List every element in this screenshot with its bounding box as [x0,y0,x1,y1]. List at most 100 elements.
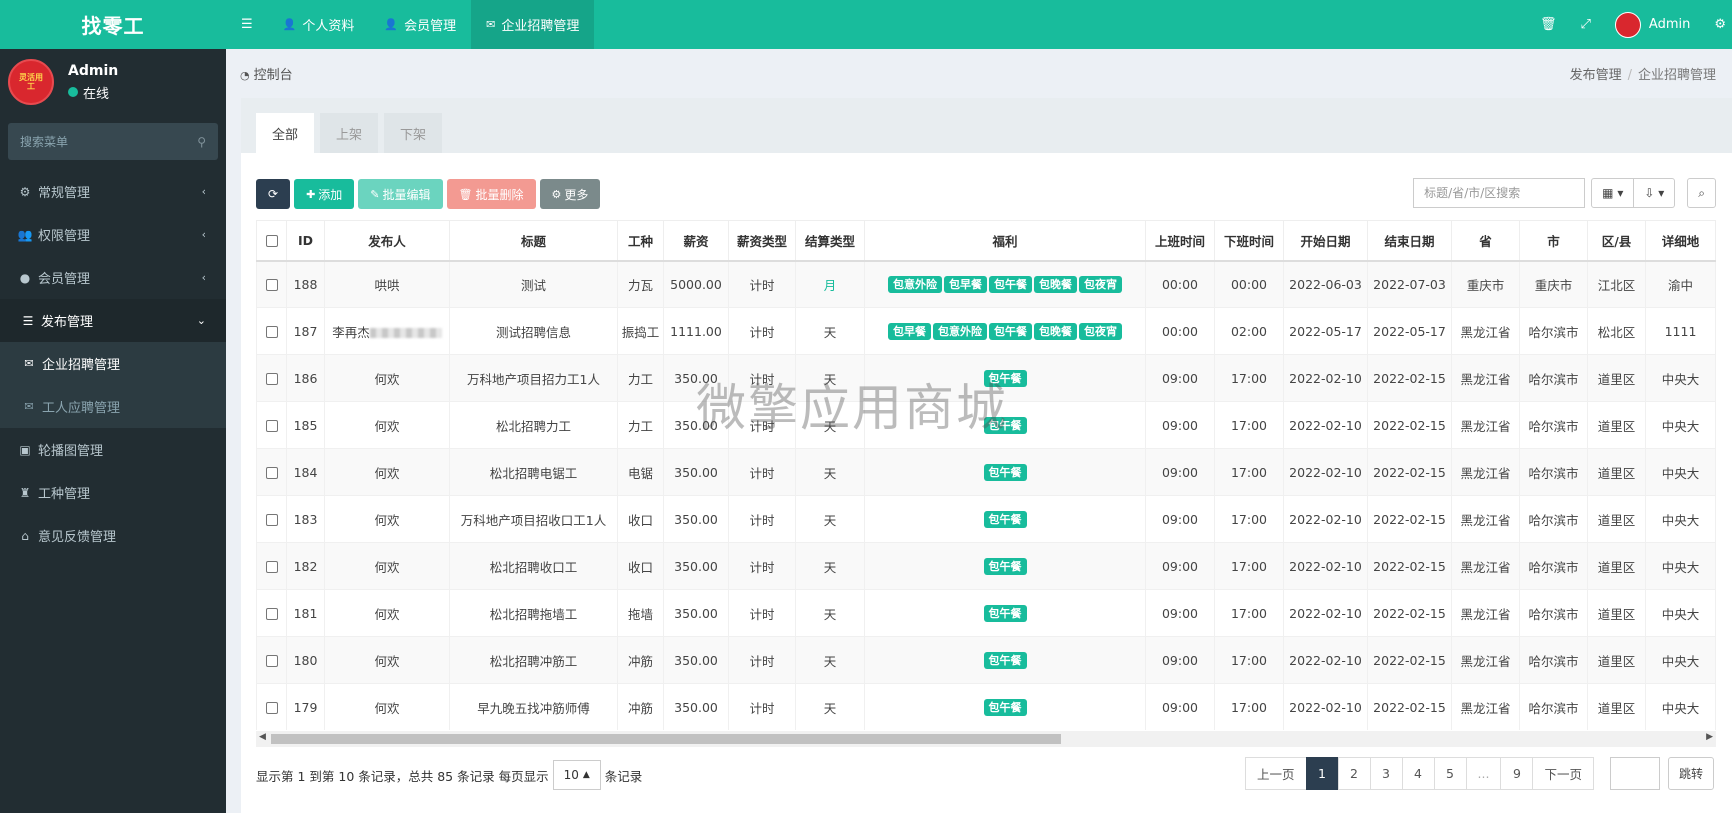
table-row[interactable]: 182 何欢 松北招聘收口工 收口 350.00 计时天包午餐 09:00 17:00 2022… [256,542,1716,590]
table-row[interactable]: 183 何欢 万科地产项目招收口工1人 收口 350.00 计时天 包午餐 09:00 17:0… [256,495,1716,543]
jump-page-input[interactable] [1610,757,1660,790]
table-row[interactable]: 184 何欢 松北招聘电锯工 电锯 350.00 计时天包午餐 09:00 17:00 2022… [256,448,1716,496]
column-header[interactable]: 市 [1519,220,1588,262]
table-row[interactable]: 185 何欢 松北招聘力工 力工 350.00 计时天包午餐 09:00 17:00 2022-… [256,401,1716,449]
cell-job: 振捣工 [617,307,664,355]
column-header[interactable]: ID [286,220,325,262]
search-toggle-button[interactable]: ⌕ [1687,178,1716,208]
menu-job-type[interactable]: ♜ 工种管理 [0,471,226,514]
table-search-input[interactable] [1413,178,1586,208]
table-row[interactable]: 179 何欢 早九晚五找冲筋师傅 冲筋 350.00 计时天包午餐 09:00 17:00 20… [256,683,1716,730]
row-checkbox[interactable] [265,467,278,479]
column-header[interactable]: 区/县 [1587,220,1646,262]
table-row[interactable]: 187 李再杰 测试招聘信息 振捣工 1111.00 计时天包早餐 包意外险 包午餐 包晚餐 包夜… [256,307,1716,355]
column-header[interactable]: 上班时间 [1145,220,1215,262]
page-button[interactable]: 1 [1305,757,1339,790]
column-header[interactable]: 福利 [864,220,1146,262]
batch-delete-button[interactable]: 🗑 批量删除 [446,179,536,209]
horizontal-scrollbar[interactable]: ◀ ▶ [256,731,1716,747]
cell-job: 冲筋 [617,636,664,684]
column-header[interactable]: 省 [1451,220,1520,262]
scrollbar-thumb[interactable] [271,734,1061,744]
cell-job: 力工 [617,401,664,449]
batch-edit-button[interactable]: ✎ 批量编辑 [358,179,443,209]
columns-toggle-button[interactable]: ▦ ▾ [1591,178,1635,208]
scroll-left-icon[interactable]: ◀ [259,732,266,742]
column-header[interactable]: 结束日期 [1367,220,1452,262]
page-button[interactable]: 2 [1337,757,1371,790]
column-header[interactable]: 发布人 [324,220,450,262]
breadcrumb-item[interactable]: 发布管理 [1570,68,1622,83]
menu-carousel[interactable]: ▣ 轮播图管理 [0,428,226,471]
nav-profile[interactable]: 👤 个人资料 [268,0,370,49]
cell-salary-type: 计时 [728,495,796,543]
row-checkbox[interactable] [265,561,278,573]
menu-members[interactable]: ● 会员管理 ‹ [0,256,226,299]
cell-publisher: 何欢 [324,401,450,449]
row-checkbox[interactable] [265,326,278,338]
scroll-right-icon[interactable]: ▶ [1706,732,1713,742]
page-button[interactable]: 5 [1433,757,1467,790]
row-checkbox[interactable] [265,702,278,714]
page-button[interactable]: 4 [1401,757,1435,790]
benefit-tag: 包早餐 [888,322,931,340]
benefit-tag: 包午餐 [983,604,1027,622]
jump-button[interactable]: 跳转 [1668,757,1715,790]
tab-off-shelf[interactable]: 下架 [384,113,443,153]
menu-regular[interactable]: ⚙ 常规管理 ‹ [0,170,226,213]
menu-search-input[interactable] [20,134,198,149]
column-header[interactable]: 标题 [449,220,618,262]
user-menu[interactable]: Admin [1603,0,1702,49]
menu-worker-apply[interactable]: ✉ 工人应聘管理 [0,385,226,428]
search-icon[interactable]: ⚲ [197,135,206,149]
menu-company-recruit[interactable]: ✉ 企业招聘管理 [0,342,226,385]
settings-button[interactable]: ⚙ [1702,0,1732,49]
refresh-icon: ⟳ [268,187,279,201]
more-button[interactable]: ⚙ 更多 [539,179,601,209]
column-header[interactable]: 薪资类型 [728,220,796,262]
sidebar-toggle[interactable]: ☰ [226,0,268,49]
row-select-cell [256,542,287,590]
table-row[interactable]: 186 何欢 万科地产项目招力工1人 力工 350.00 计时天 包午餐 09:00 17:00… [256,354,1716,402]
menu-permissions[interactable]: 👥 权限管理 ‹ [0,213,226,256]
tab-all[interactable]: 全部 [256,113,315,153]
menu-publish[interactable]: ☰ 发布管理 ⌄ [0,299,226,342]
column-header[interactable]: 详细地 [1645,220,1716,262]
row-checkbox[interactable] [265,514,278,526]
column-header[interactable]: 下班时间 [1214,220,1284,262]
table-row[interactable]: 180 何欢 松北招聘冲筋工 冲筋 350.00 计时天包午餐 09:00 17:00 2022… [256,636,1716,684]
toolbar: ⟳ ✚添加 ✎批量编辑 🗑批量删除 ⚙更多 ▦ ▾ ⇩ ▾ ⌕ [256,178,1732,210]
app-logo[interactable]: 找零工 [0,0,226,49]
next-page-button[interactable]: 下一页 [1532,757,1594,790]
row-checkbox[interactable] [265,279,278,292]
row-checkbox[interactable] [265,655,278,667]
row-checkbox[interactable] [265,420,278,432]
cell-benefits: 包午餐 [864,542,1146,590]
table-row[interactable]: 181 何欢 松北招聘拖墙工 拖墙 350.00 计时天包午餐 09:00 17:00 2022… [256,589,1716,637]
column-header[interactable]: 工种 [617,220,664,262]
page-button[interactable]: 3 [1369,757,1403,790]
benefit-tag: 包午餐 [983,510,1027,528]
export-button[interactable]: ⇩ ▾ [1634,178,1676,208]
tab-on-shelf[interactable]: 上架 [320,113,379,153]
table-row[interactable]: 188 哄哄 测试 力瓦 5000.00 计时月包意外险 包早餐 包午餐 包晚餐 包夜宵 00:00… [256,260,1716,308]
column-header[interactable]: 结算类型 [795,220,865,262]
prev-page-button[interactable]: 上一页 [1245,757,1307,790]
menu-feedback[interactable]: ⌂ 意见反馈管理 [0,514,226,557]
add-button[interactable]: ✚ 添加 [294,179,355,209]
select-all-checkbox[interactable] [265,235,278,248]
page-size-select[interactable]: 10 ▲ [552,760,601,790]
page-button[interactable]: 9 [1500,757,1534,790]
cell-city: 哈尔滨市 [1519,589,1588,637]
row-checkbox[interactable] [265,373,278,385]
nav-recruit[interactable]: ✉ 企业招聘管理 [471,0,595,49]
column-header[interactable]: 薪资 [663,220,729,262]
column-header[interactable]: 开始日期 [1283,220,1368,262]
row-checkbox[interactable] [265,608,278,620]
clear-cache-button[interactable]: 🗑 [1528,0,1569,49]
breadcrumb-separator: / [1627,67,1632,83]
nav-members[interactable]: 👤 会员管理 [369,0,471,49]
fullscreen-button[interactable]: ⤢ [1569,0,1603,49]
chevron-left-icon: ‹ [201,271,206,284]
refresh-button[interactable]: ⟳ [256,179,291,209]
